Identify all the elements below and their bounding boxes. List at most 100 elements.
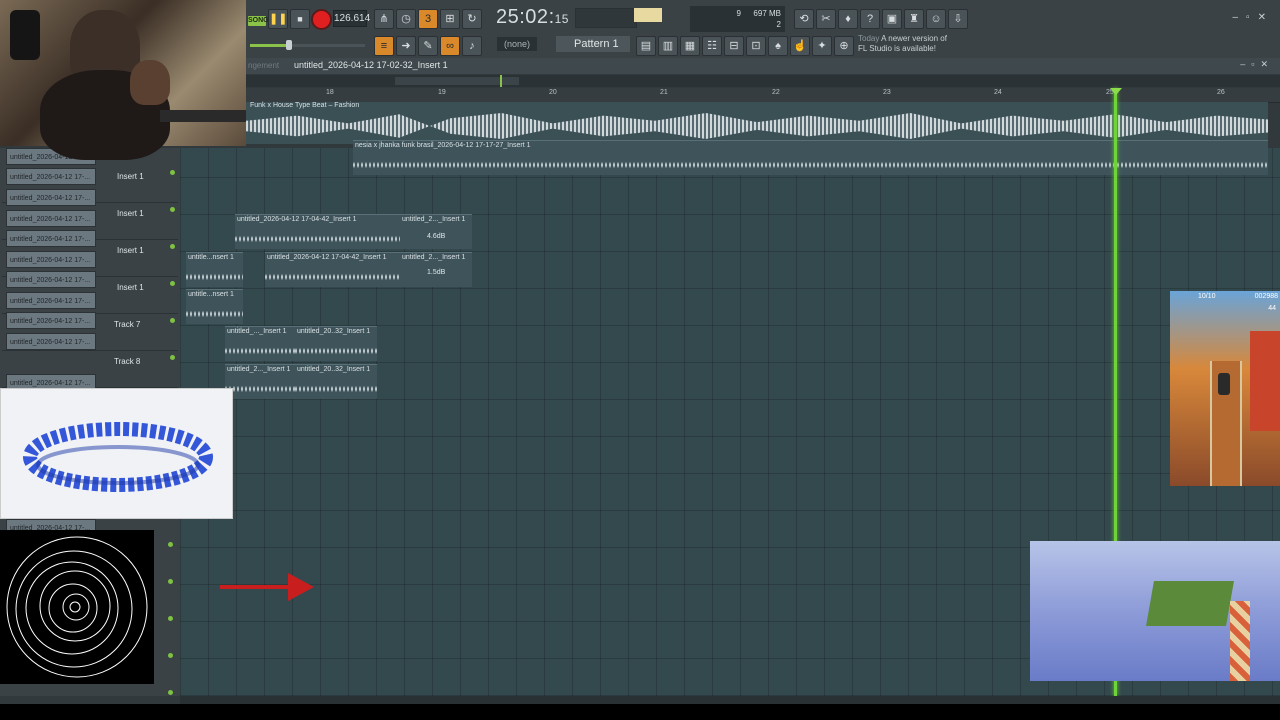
pattern-list-item[interactable]: untitled_2026-04-12 17-... <box>6 210 96 227</box>
clip-waveform <box>235 231 400 247</box>
track-enable-dot[interactable] <box>170 281 175 286</box>
track-label: Insert 1 <box>117 172 144 181</box>
floating-island <box>1146 581 1234 626</box>
undo-icon[interactable]: ⟲ <box>794 9 814 29</box>
audio-clip[interactable]: nesia x jhanka funk brasil_2026-04-12 17… <box>353 140 1268 175</box>
bottom-black-bar <box>0 704 1280 720</box>
audio-clip[interactable]: untitle...nsert 1 <box>186 252 243 287</box>
playlist-view-icon[interactable]: ≡ <box>374 36 394 56</box>
stop-button[interactable]: ■ <box>290 9 310 29</box>
track-enable-dot[interactable] <box>170 355 175 360</box>
touch-icon[interactable]: ☝ <box>790 36 810 56</box>
bottom-scrollbar[interactable] <box>180 696 1280 704</box>
window-controls[interactable]: –▫✕ <box>1233 12 1275 23</box>
tempo-display[interactable]: 126.614 <box>333 10 370 27</box>
audio-clip[interactable]: untitled_2026-04-12 17-04-42_Insert 1 <box>265 252 400 287</box>
pattern-list-item[interactable]: untitled_2026-04-12 17-... <box>6 230 96 247</box>
subway-game-overlay: 10/10 002988 44 37 <box>1170 291 1280 486</box>
playlist-title: untitled_2026-04-12 17-02-32_Insert 1 <box>294 60 448 70</box>
song-mode-badge[interactable]: SONG <box>248 16 269 26</box>
track-enable-dot[interactable] <box>170 207 175 212</box>
ruler-tick: 22 <box>772 89 780 96</box>
pattern-list-item[interactable]: untitled_2026-04-12 17-... <box>6 271 96 288</box>
cart-icon[interactable]: ⊕ <box>834 36 854 56</box>
audio-clip[interactable]: untitle...nsert 1 <box>186 289 243 324</box>
play-pause-button[interactable]: ❚❚ <box>268 9 288 29</box>
plugin-picker-icon[interactable]: ♠ <box>768 36 788 56</box>
mem-mb: 697 MB <box>753 9 781 18</box>
help-icon[interactable]: ? <box>860 9 880 29</box>
record-button[interactable] <box>311 9 332 30</box>
track-enable-dot[interactable] <box>168 653 173 658</box>
metronome-icon[interactable]: ⋔ <box>374 9 394 29</box>
browser-icon[interactable]: ⊟ <box>724 36 744 56</box>
playlist-window-controls[interactable]: –▫✕ <box>1240 59 1274 70</box>
clip-label: untitled_20..32_Insert 1 <box>297 328 371 335</box>
audio-clip[interactable]: untitled_..._Insert 1 <box>225 326 295 361</box>
track-label: Insert 1 <box>117 246 144 255</box>
track-enable-dot[interactable] <box>170 318 175 323</box>
subway-score: 002988 <box>1254 293 1278 300</box>
track-enable-dot[interactable] <box>168 690 173 695</box>
master-volume-fill <box>250 44 290 47</box>
track-enable-dot[interactable] <box>168 542 173 547</box>
project-icon[interactable]: ⊡ <box>746 36 766 56</box>
loop-record-icon[interactable]: ↻ <box>462 9 482 29</box>
pattern-list-item[interactable]: untitled_2026-04-12 17-... <box>6 292 96 309</box>
wait-record-icon[interactable]: ◷ <box>396 9 416 29</box>
ruler-tick: 19 <box>438 89 446 96</box>
track-label: Insert 1 <box>117 283 144 292</box>
audio-clip-label: Funk x House Type Beat – Fashion <box>250 102 360 109</box>
save-icon[interactable]: ▣ <box>882 9 902 29</box>
pattern-select[interactable]: Pattern 1 <box>556 36 630 52</box>
news-panel[interactable]: Today A newer version of FL Studio is av… <box>858 34 958 54</box>
timeline-ruler[interactable]: 18 19 20 21 22 23 24 25 26 <box>246 88 1280 103</box>
audio-clip[interactable]: untitled_2026-04-12 17-04-42_Insert 1 <box>235 214 400 249</box>
brush-icon[interactable]: ✎ <box>418 36 438 56</box>
clip-waveform <box>265 269 400 285</box>
step-edit-icon[interactable]: ⊞ <box>440 9 460 29</box>
pattern-list-item[interactable]: untitled_2026-04-12 17-... <box>6 333 96 350</box>
pattern-list-item[interactable]: untitled_2026-04-12 17-... <box>6 312 96 329</box>
track-enable-dot[interactable] <box>168 579 173 584</box>
link-icon[interactable]: ∞ <box>440 36 460 56</box>
channel-rack-icon[interactable]: ▥ <box>658 36 678 56</box>
cut-icon[interactable]: ✂ <box>816 9 836 29</box>
clip-waveform <box>295 343 377 359</box>
pattern-list-item[interactable]: untitled_2026-04-12 17-... <box>6 168 96 185</box>
audio-clip[interactable]: untitled_20..32_Insert 1 <box>295 364 377 399</box>
clip-waveform <box>225 343 295 359</box>
pattern-list-item[interactable]: untitled_2026-04-12 17-... <box>6 251 96 268</box>
arrow-right-icon[interactable]: ➜ <box>396 36 416 56</box>
clip-gain: 1.5dB <box>427 269 446 276</box>
playlist-icon[interactable]: ▦ <box>680 36 700 56</box>
count-in-icon[interactable]: 3 <box>418 9 438 29</box>
playhead-marker-icon[interactable] <box>1110 88 1122 95</box>
mic-icon[interactable]: ♦ <box>838 9 858 29</box>
plugin-icon[interactable]: ♜ <box>904 9 924 29</box>
news-label: Today <box>858 34 880 43</box>
audio-clip[interactable]: untitled_2..._Insert 1 1.5dB <box>400 252 472 287</box>
download-icon[interactable]: ⇩ <box>948 9 968 29</box>
pattern-list-item[interactable]: untitled_2026-04-12 17-... <box>6 189 96 206</box>
clip-label: untitled_2..._Insert 1 <box>227 366 291 373</box>
audio-clip[interactable]: untitled_2..._Insert 1 4.6dB <box>400 214 472 249</box>
mixer-icon[interactable]: ☷ <box>702 36 722 56</box>
audio-clip[interactable]: untitled_20..32_Insert 1 <box>295 326 377 361</box>
track-enable-dot[interactable] <box>170 170 175 175</box>
clip-label: untitled_..._Insert 1 <box>227 328 287 335</box>
memory-panel: 9 697 MB 2 <box>690 6 785 32</box>
bell-icon[interactable]: ♪ <box>462 36 482 56</box>
master-volume-handle[interactable] <box>286 40 292 50</box>
track-label: Insert 1 <box>117 209 144 218</box>
chat-icon[interactable]: ☺ <box>926 9 946 29</box>
snap-select[interactable]: (none) <box>497 37 537 51</box>
fx-icon[interactable]: ✦ <box>812 36 832 56</box>
keyboard-icon <box>160 110 246 122</box>
clip-gain: 4.6dB <box>427 233 446 240</box>
ruler-tick: 18 <box>326 89 334 96</box>
track-enable-dot[interactable] <box>168 616 173 621</box>
piano-roll-icon[interactable]: ▤ <box>636 36 656 56</box>
audio-clip[interactable]: untitled_2..._Insert 1 <box>225 364 295 399</box>
track-enable-dot[interactable] <box>170 244 175 249</box>
